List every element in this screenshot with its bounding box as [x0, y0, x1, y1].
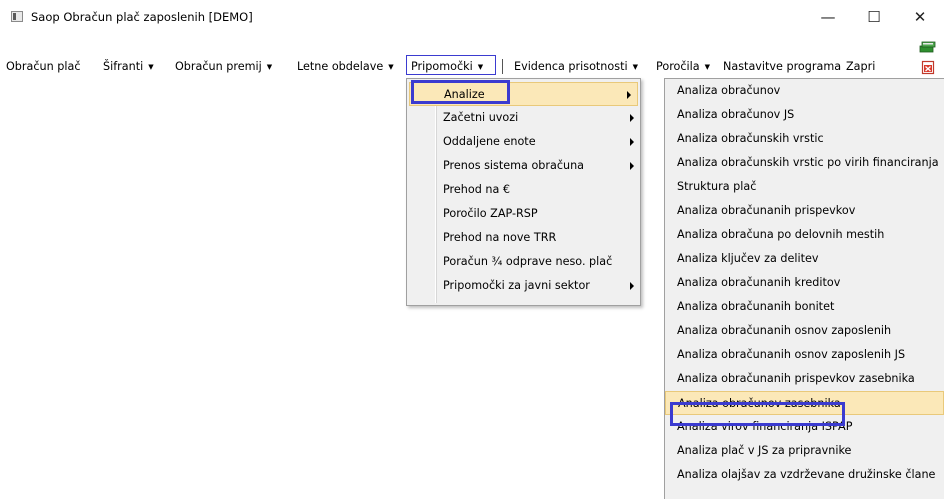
- menu-item-javni-sektor[interactable]: Pripomočki za javni sektor: [407, 274, 640, 298]
- menu-item-analiza-olajsav[interactable]: Analiza olajšav za vzdrževane družinske …: [665, 463, 944, 487]
- menu-pripomocki[interactable]: Pripomočki ▼: [411, 60, 483, 73]
- menu-item-label: Poročilo ZAP-RSP: [443, 207, 538, 220]
- menu-item-analiza-plac-pripravniki[interactable]: Analiza plač v JS za pripravnike: [665, 439, 944, 463]
- menu-item-label: Analiza olajšav za vzdrževane družinske …: [677, 468, 936, 481]
- menu-item-label: Analiza obračunskih vrstic: [677, 132, 824, 145]
- menu-sifranti[interactable]: Šifranti ▼: [103, 60, 154, 73]
- pripomocki-dropdown: Analize Začetni uvozi Oddaljene enote Pr…: [406, 78, 641, 306]
- analize-selection-frame: [411, 80, 510, 104]
- submenu-arrow-icon: [630, 138, 634, 146]
- menu-item-label: Analiza obračunanih bonitet: [677, 300, 835, 313]
- maximize-button[interactable]: ☐: [851, 0, 897, 34]
- menu-item-label: Oddaljene enote: [443, 135, 536, 148]
- title-bar: Saop Obračun plač zaposlenih [DEMO] — ☐ …: [0, 0, 944, 34]
- menu-item-label: Analiza obračunanih kreditov: [677, 276, 841, 289]
- menu-label: Obračun plač: [6, 60, 81, 73]
- menu-item-porocilo-zap-rsp[interactable]: Poročilo ZAP-RSP: [407, 202, 640, 226]
- menu-item-label: Analiza obračunskih vrstic po virih fina…: [677, 156, 939, 169]
- dropdown-arrow-icon: ▼: [148, 63, 154, 71]
- dropdown-arrow-icon: ▼: [477, 63, 484, 71]
- menu-item-label: Analiza ključev za delitev: [677, 252, 819, 265]
- menu-item-zacetni-uvozi[interactable]: Začetni uvozi: [407, 106, 640, 130]
- menu-item-analiza-prispevkov[interactable]: Analiza obračunanih prispevkov: [665, 199, 944, 223]
- menu-item-struktura-plac[interactable]: Struktura plač: [665, 175, 944, 199]
- exit-icon[interactable]: [921, 60, 935, 75]
- submenu-arrow-icon: [630, 162, 634, 170]
- menu-item-label: Analiza obračunanih prispevkov: [677, 204, 856, 217]
- menu-item-analiza-delovna-mesta[interactable]: Analiza obračuna po delovnih mestih: [665, 223, 944, 247]
- menu-separator: [502, 59, 503, 74]
- menu-item-analiza-kljucev[interactable]: Analiza ključev za delitev: [665, 247, 944, 271]
- submenu-arrow-icon: [630, 114, 634, 122]
- menu-item-label: Analiza obračunov: [677, 84, 781, 97]
- menu-item-label: Struktura plač: [677, 180, 757, 193]
- dropdown-arrow-icon: ▼: [388, 63, 394, 71]
- minimize-button[interactable]: —: [805, 0, 851, 34]
- submenu-arrow-icon: [630, 282, 634, 290]
- menu-label: Pripomočki: [411, 60, 473, 73]
- menu-item-prehod-na-euro[interactable]: Prehod na €: [407, 178, 640, 202]
- menu-item-analiza-kreditov[interactable]: Analiza obračunanih kreditov: [665, 271, 944, 295]
- menu-item-analiza-osnov[interactable]: Analiza obračunanih osnov zaposlenih: [665, 319, 944, 343]
- menu-item-oddaljene-enote[interactable]: Oddaljene enote: [407, 130, 640, 154]
- analize-submenu: Analiza obračunov Analiza obračunov JS A…: [664, 78, 944, 499]
- books-icon[interactable]: [919, 40, 937, 54]
- menu-label: Poročila: [656, 60, 700, 73]
- menu-label: Letne obdelave: [297, 60, 384, 73]
- menu-item-label: Prenos sistema obračuna: [443, 159, 585, 172]
- menu-label: Evidenca prisotnosti: [514, 60, 628, 73]
- menu-item-analiza-obracunov-js[interactable]: Analiza obračunov JS: [665, 103, 944, 127]
- menu-item-label: Pripomočki za javni sektor: [443, 279, 590, 292]
- menu-item-analiza-obracunskih-vrstic[interactable]: Analiza obračunskih vrstic: [665, 127, 944, 151]
- menu-label: Šifranti: [103, 60, 144, 73]
- menu-obracun-premij[interactable]: Obračun premij ▼: [175, 60, 272, 73]
- menu-item-label: Analiza obračunanih prispevkov zasebnika: [677, 372, 915, 385]
- menu-label: Nastavitve programa: [723, 60, 842, 73]
- menu-porocila[interactable]: Poročila ▼: [656, 60, 710, 73]
- menu-item-label: Analiza plač v JS za pripravnike: [677, 444, 852, 457]
- dropdown-arrow-icon: ▼: [266, 63, 273, 71]
- menu-evidenca-prisotnosti[interactable]: Evidenca prisotnosti ▼: [514, 60, 638, 73]
- menu-item-analiza-bonitet[interactable]: Analiza obračunanih bonitet: [665, 295, 944, 319]
- menu-item-prenos-sistema[interactable]: Prenos sistema obračuna: [407, 154, 640, 178]
- menu-item-analiza-osnov-js[interactable]: Analiza obračunanih osnov zaposlenih JS: [665, 343, 944, 367]
- app-icon: [11, 11, 23, 22]
- menu-zapri[interactable]: Zapri: [846, 60, 875, 73]
- menu-item-label: Analiza obračunanih osnov zaposlenih: [677, 324, 892, 337]
- menu-letne-obdelave[interactable]: Letne obdelave ▼: [297, 60, 394, 73]
- dropdown-arrow-icon: ▼: [704, 63, 711, 71]
- menu-item-poracun-odprave[interactable]: Poračun ¾ odprave neso. plač: [407, 250, 640, 274]
- menu-obracun-plac[interactable]: Obračun plač: [6, 60, 80, 73]
- menu-item-label: Analiza obračunov JS: [677, 108, 795, 121]
- menu-item-label: Analiza obračuna po delovnih mestih: [677, 228, 885, 241]
- zasebnika-selection-frame: [670, 402, 845, 426]
- menu-label: Obračun premij: [175, 60, 262, 73]
- menu-nastavitve-programa[interactable]: Nastavitve programa: [723, 60, 841, 73]
- window-title: Saop Obračun plač zaposlenih [DEMO]: [31, 10, 253, 24]
- menu-item-analiza-obracunov[interactable]: Analiza obračunov: [665, 79, 944, 103]
- menu-item-label: Začetni uvozi: [443, 111, 519, 124]
- menu-item-label: Prehod na €: [443, 183, 510, 196]
- menu-item-label: Prehod na nove TRR: [443, 231, 557, 244]
- close-button[interactable]: ✕: [897, 0, 943, 34]
- menu-item-label: Poračun ¾ odprave neso. plač: [443, 255, 613, 268]
- menu-label: Zapri: [846, 60, 876, 73]
- menu-item-analiza-prispevkov-zasebnika[interactable]: Analiza obračunanih prispevkov zasebnika: [665, 367, 944, 391]
- menu-item-analiza-vrstic-viri[interactable]: Analiza obračunskih vrstic po virih fina…: [665, 151, 944, 175]
- dropdown-arrow-icon: ▼: [632, 63, 638, 71]
- menu-item-prehod-nove-trr[interactable]: Prehod na nove TRR: [407, 226, 640, 250]
- submenu-arrow-icon: [627, 91, 631, 99]
- menu-item-label: Analiza obračunanih osnov zaposlenih JS: [677, 348, 906, 361]
